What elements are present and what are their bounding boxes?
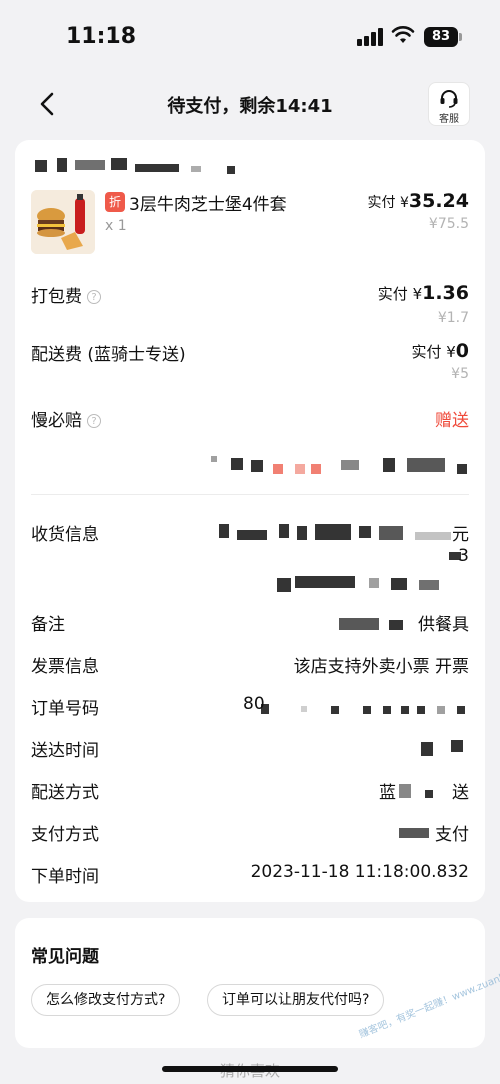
discount-tag: 折 xyxy=(105,192,125,212)
status-bar: 11:18 83 xyxy=(0,0,500,70)
burger-meal-icon xyxy=(31,190,95,254)
payment-method-redacted xyxy=(399,826,433,840)
delivery-fee-label: 配送费 (蓝骑士专送) xyxy=(31,345,186,365)
faq-card: 常见问题 怎么修改支付方式? 订单可以让朋友代付吗? xyxy=(15,918,485,1048)
redacted-detail-row xyxy=(211,454,471,478)
store-name-redacted[interactable] xyxy=(31,154,235,176)
delivery-method-label: 配送方式 xyxy=(31,783,99,803)
address-redacted[interactable] xyxy=(219,522,469,596)
nav-bar: 待支付，剩余14:41 客服 xyxy=(0,80,500,128)
delivery-fee-paid: 实付 ¥0 xyxy=(411,340,469,362)
help-icon[interactable]: ? xyxy=(87,290,101,304)
battery-cap xyxy=(459,33,462,41)
page-title: 待支付，剩余14:41 xyxy=(167,96,333,117)
product-qty: x 1 xyxy=(105,218,127,234)
customer-service-button[interactable]: 客服 xyxy=(428,82,470,126)
home-indicator[interactable] xyxy=(162,1066,338,1072)
section-divider xyxy=(31,494,469,495)
remark-label: 备注 xyxy=(31,615,65,635)
delivery-method-value-b: 送 xyxy=(452,783,469,803)
remark-redacted xyxy=(339,614,415,634)
product-name[interactable]: 3层牛肉芝士堡4件套 xyxy=(129,190,287,215)
faq-title: 常见问题 xyxy=(31,947,99,967)
order-time-value: 2023-11-18 11:18:00.832 xyxy=(250,862,469,882)
address-value-line-2: 3 xyxy=(458,546,469,566)
invoice-label: 发票信息 xyxy=(31,657,99,677)
status-time: 11:18 xyxy=(66,24,137,49)
cellular-signal-icon xyxy=(357,28,383,46)
packaging-fee-paid: 实付 ¥1.36 xyxy=(377,282,469,304)
help-icon[interactable]: ? xyxy=(87,414,101,428)
order-detail-card: 折 3层牛肉芝士堡4件套 x 1 实付 ¥35.24 ¥75.5 打包费? 实付… xyxy=(15,140,485,902)
wifi-icon xyxy=(391,26,415,43)
faq-chip-change-payment[interactable]: 怎么修改支付方式? xyxy=(31,984,181,1016)
product-paid-price: 实付 ¥35.24 xyxy=(367,190,469,212)
delivery-method-value-a: 蓝 xyxy=(379,783,396,803)
arrival-time-redacted xyxy=(421,738,471,758)
late-compensation-label: 慢必赔? xyxy=(31,406,101,431)
late-compensation-value: 赠送 xyxy=(435,411,469,431)
headset-icon xyxy=(440,90,458,108)
product-original-price: ¥75.5 xyxy=(428,216,469,232)
address-value-line-1: 元 xyxy=(452,525,469,545)
order-number-redacted xyxy=(261,702,467,716)
delivery-method-redacted xyxy=(399,782,449,802)
invoice-value[interactable]: 该店支持外卖小票 开票 xyxy=(294,652,469,677)
battery-icon: 83 xyxy=(424,27,458,47)
order-time-label: 下单时间 xyxy=(31,867,99,887)
packaging-fee-label: 打包费? xyxy=(31,282,101,307)
payment-method-label: 支付方式 xyxy=(31,825,99,845)
customer-service-label: 客服 xyxy=(439,114,459,125)
order-number-label: 订单号码 xyxy=(31,699,99,719)
address-label: 收货信息 xyxy=(31,525,99,545)
delivery-fee-original: ¥5 xyxy=(451,366,469,382)
faq-chip-friend-pay[interactable]: 订单可以让朋友代付吗? xyxy=(207,984,385,1016)
packaging-fee-original: ¥1.7 xyxy=(437,310,469,326)
product-image[interactable] xyxy=(31,190,95,254)
arrival-time-label: 送达时间 xyxy=(31,741,99,761)
remark-value: 供餐具 xyxy=(418,615,469,635)
payment-method-value: 支付 xyxy=(435,825,469,845)
